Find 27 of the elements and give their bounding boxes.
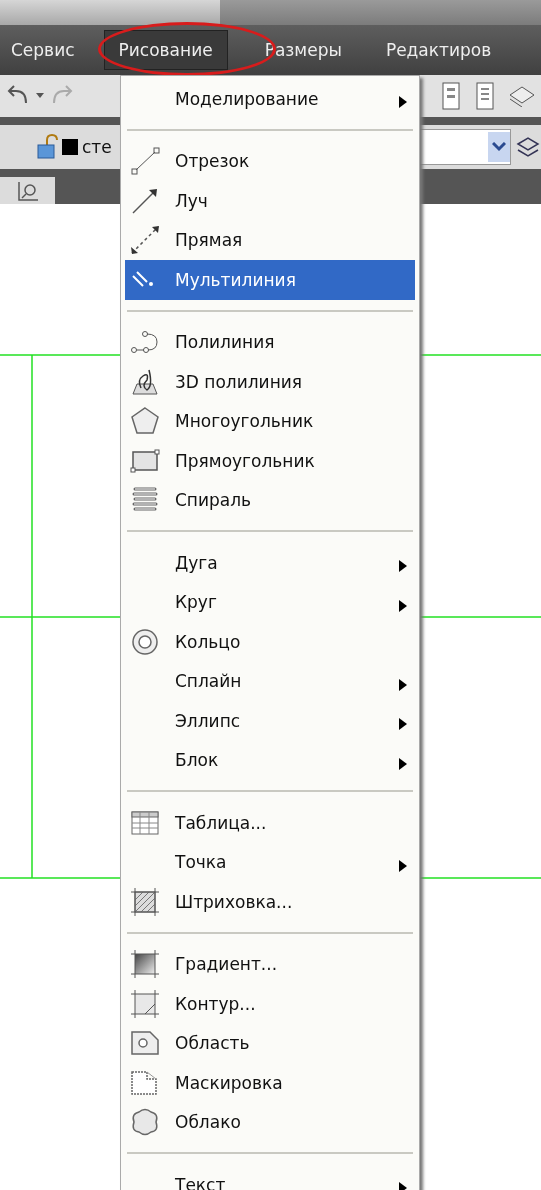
menu-item[interactable]: Полилиния — [125, 322, 415, 362]
menu-item[interactable]: Маскировка — [125, 1063, 415, 1103]
menu-item[interactable]: Точка — [125, 842, 415, 882]
menu-item[interactable]: Сервис — [0, 30, 90, 70]
menu-item[interactable]: Спираль — [125, 480, 415, 520]
menu-item[interactable]: Сплайн — [125, 661, 415, 701]
menu-item[interactable]: 3D полилиния — [125, 362, 415, 402]
menu-item[interactable]: Кольцо — [125, 622, 415, 662]
menu-item[interactable]: Облако — [125, 1102, 415, 1142]
menu-item[interactable]: Контур... — [125, 984, 415, 1024]
menu-item[interactable]: Градиент... — [125, 944, 415, 984]
menu-item[interactable]: Луч — [125, 181, 415, 221]
menu-item[interactable]: Прямоугольник — [125, 441, 415, 481]
layer-name: сте — [82, 137, 112, 157]
menu-item[interactable]: Штриховка... — [125, 882, 415, 922]
menu-item[interactable]: Круг — [125, 582, 415, 622]
menu-item[interactable]: Эллипс — [125, 701, 415, 741]
menu-item[interactable]: Рисование — [103, 30, 228, 70]
menu-item[interactable]: Многоугольник — [125, 401, 415, 441]
menu-item[interactable]: Область — [125, 1023, 415, 1063]
menu-item[interactable]: Блок — [125, 740, 415, 780]
menu-item[interactable]: Дуга — [125, 543, 415, 583]
menu-item[interactable]: Редактиров — [370, 30, 507, 70]
menu-item[interactable]: Отрезок — [125, 141, 415, 181]
menu-item[interactable]: Мультилиния — [125, 260, 415, 300]
menu-item[interactable]: Прямая — [125, 220, 415, 260]
menu-item[interactable]: Таблица... — [125, 803, 415, 843]
